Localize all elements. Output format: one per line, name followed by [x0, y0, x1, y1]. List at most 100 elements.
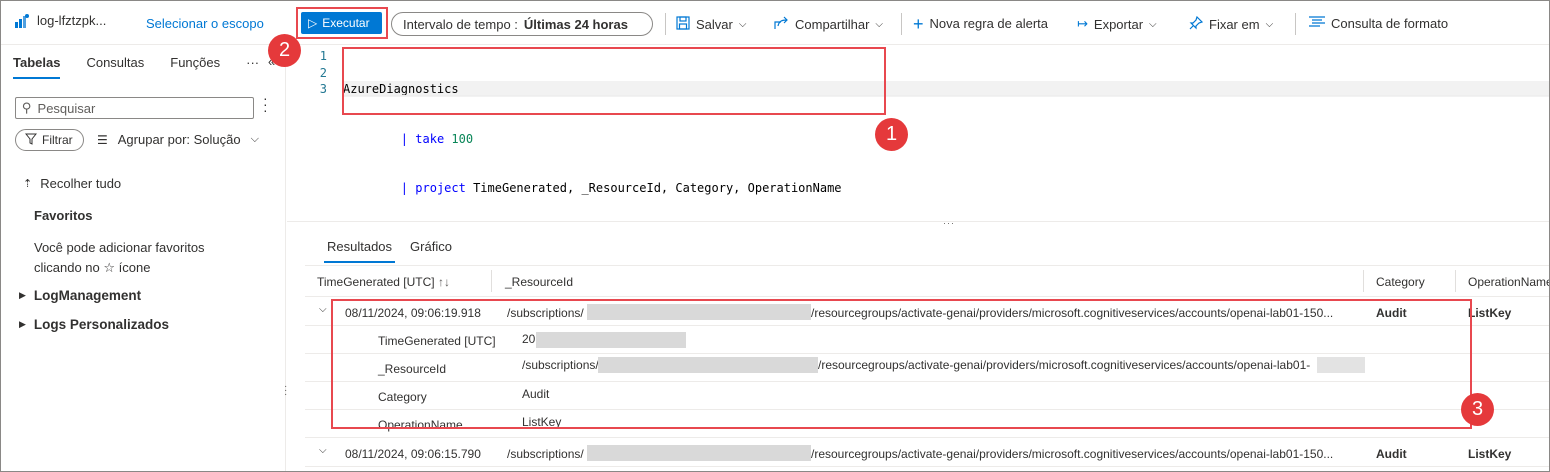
editor-results-splitter[interactable] [287, 221, 1549, 225]
splitter-grip-icon[interactable]: ··· [943, 218, 955, 228]
sidebar-resize-handle[interactable]: · · · [284, 382, 288, 400]
project-keyword: project [415, 181, 466, 195]
take-number: 100 [451, 131, 474, 146]
vertical-more-icon[interactable]: · · · [263, 91, 268, 117]
sidebar-tabs: Tabelas Consultas Funções ··· [13, 55, 259, 79]
results-tabs-divider [305, 265, 1549, 266]
column-header-category[interactable]: Category [1376, 275, 1425, 289]
favorites-hint: Você pode adicionar favoritos clicando n… [34, 238, 234, 278]
redacted-value [587, 445, 811, 461]
format-lines-icon [1309, 16, 1325, 31]
log-analytics-window: log-lfztzpk... Selecionar o escopo ▷ Exe… [0, 0, 1550, 472]
column-divider[interactable] [491, 270, 492, 292]
table-row[interactable]: ⌵ 08/11/2024, 09:06:15.790 /subscription… [305, 439, 1549, 467]
favorites-hint-line1: Você pode adicionar favoritos [34, 240, 205, 255]
callout-badge-1: 1 [875, 118, 908, 151]
tree-item-custom-logs[interactable]: ▶ Logs Personalizados [19, 317, 169, 332]
format-query-button[interactable]: Consulta de formato [1309, 16, 1448, 31]
caret-right-icon: ▶ [19, 319, 26, 329]
cell-resourceid-suffix: /resourcegroups/activate-genai/providers… [811, 447, 1334, 461]
chevron-down-icon: ⌵ [1149, 18, 1157, 30]
project-columns: TimeGenerated, _ResourceId, Category, Op… [473, 181, 842, 195]
tree-item-logmanagement[interactable]: ▶ LogManagement [19, 288, 141, 303]
take-keyword: take [415, 131, 445, 146]
pin-button[interactable]: Fixar em ⌵ [1189, 15, 1273, 33]
sort-icon[interactable]: ↑↓ [438, 275, 450, 289]
time-range-value: Últimas 24 horas [523, 16, 628, 32]
tree-item-label: LogManagement [33, 288, 142, 303]
column-header-resourceid[interactable]: _ResourceId [505, 275, 573, 289]
export-button[interactable]: ↦ Exportar ⌵ [1077, 16, 1157, 32]
export-arrow-icon: ↦ [1077, 16, 1088, 31]
chevron-down-icon[interactable]: ⌵ [319, 445, 327, 456]
search-input[interactable]: ⚲ Pesquisar [15, 97, 254, 119]
workspace-icon [15, 13, 29, 28]
favorites-hint-line2: clicando no ☆ ícone [34, 260, 151, 275]
more-icon[interactable]: ··· [246, 55, 259, 70]
tab-functions[interactable]: Funções [170, 55, 220, 70]
select-scope-link[interactable]: Selecionar o escopo [146, 16, 264, 31]
save-label: Salvar [696, 17, 733, 32]
share-icon [774, 16, 789, 33]
expanded-row-highlight-box [331, 299, 1472, 429]
new-alert-rule-button[interactable]: + Nova regra de alerta [913, 13, 1049, 34]
workspace-name: log-lfztzpk... [37, 13, 107, 28]
cell-resourceid-prefix: /subscriptions/ [507, 447, 584, 461]
toolbar-divider [1295, 13, 1296, 35]
time-range-picker[interactable]: Intervalo de tempo : Últimas 24 horas [391, 12, 653, 36]
pin-icon [1189, 15, 1204, 33]
chevron-down-icon: ⌵ [738, 19, 747, 30]
save-button[interactable]: Salvar ⌵ [676, 16, 746, 33]
line-number: 3 [319, 82, 327, 96]
save-icon [676, 16, 690, 33]
chevron-down-icon: ⌵ [875, 19, 884, 30]
line-numbers: 1 2 3 [317, 48, 327, 98]
chevron-down-icon: ⌵ [250, 133, 259, 145]
column-divider[interactable] [1455, 270, 1456, 292]
column-header-operationname[interactable]: OperationName [1468, 275, 1549, 289]
collapse-all-button[interactable]: ⇡ Recolher tudo [23, 176, 121, 191]
results-tabs: Resultados Gráfico [323, 239, 452, 263]
tab-tables[interactable]: Tabelas [13, 55, 61, 79]
play-icon: ▷ [308, 16, 318, 30]
cell-operationname: ListKey [1468, 447, 1512, 461]
tree-item-label: Logs Personalizados [33, 317, 169, 332]
filter-button[interactable]: Filtrar [15, 129, 84, 151]
collapse-all-label: Recolher tudo [40, 176, 122, 191]
group-by-label: Agrupar por: Solução [117, 132, 241, 147]
plus-icon: + [913, 13, 924, 34]
column-divider[interactable] [1363, 270, 1364, 292]
caret-right-icon: ▶ [19, 290, 26, 300]
line-number: 1 [319, 49, 327, 63]
run-button[interactable]: ▷ Executar [301, 12, 382, 34]
chevron-down-icon[interactable]: ⌵ [319, 304, 327, 315]
tab-results[interactable]: Resultados [323, 239, 396, 263]
share-button[interactable]: Compartilhar ⌵ [774, 16, 883, 33]
run-label: Executar [322, 16, 370, 30]
share-label: Compartilhar [795, 17, 870, 32]
new-alert-label: Nova regra de alerta [929, 16, 1049, 31]
favorites-title: Favoritos [34, 208, 93, 223]
collapse-icon: ⇡ [23, 178, 33, 190]
cell-operationname: ListKey [1468, 306, 1512, 320]
line-number: 2 [319, 65, 327, 80]
column-header-timegenerated[interactable]: TimeGenerated [UTC] ↑↓ [317, 275, 450, 289]
toolbar-divider [901, 13, 902, 35]
schema-sidebar: Tabelas Consultas Funções ··· « ⚲ Pesqui… [1, 45, 286, 471]
format-label: Consulta de formato [1331, 16, 1449, 31]
column-header-label: TimeGenerated [UTC] [317, 275, 435, 289]
query-highlight-box [342, 47, 886, 115]
callout-badge-3: 3 [1461, 393, 1494, 426]
group-by-dropdown[interactable]: ☰ Agrupar por: Solução ⌵ [97, 132, 259, 147]
cell-timegenerated: 08/11/2024, 09:06:15.790 [345, 447, 481, 461]
workspace-selector[interactable]: log-lfztzpk... [15, 13, 106, 28]
filter-label: Filtrar [42, 133, 73, 147]
results-table-header: TimeGenerated [UTC] ↑↓ _ResourceId Categ… [305, 267, 1549, 297]
pin-label: Fixar em [1209, 17, 1260, 32]
tab-chart[interactable]: Gráfico [410, 239, 452, 254]
list-icon: ☰ [97, 132, 108, 147]
search-icon: ⚲ [22, 100, 32, 115]
top-toolbar: log-lfztzpk... Selecionar o escopo ▷ Exe… [1, 1, 1549, 45]
tab-queries[interactable]: Consultas [86, 55, 144, 70]
toolbar-divider [665, 13, 666, 35]
